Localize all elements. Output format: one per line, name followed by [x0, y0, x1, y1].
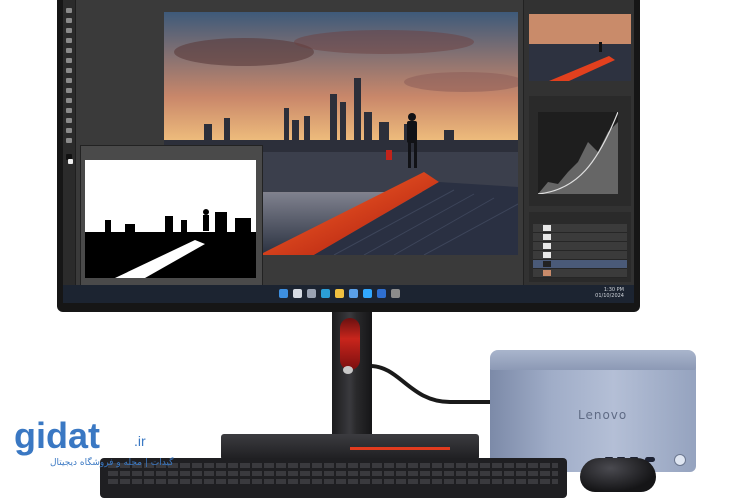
search-icon[interactable]	[293, 289, 302, 298]
layers-panel	[529, 212, 631, 282]
watermark: gidat .ir گیدات | مجله و فروشگاه دیجیتال	[14, 416, 184, 476]
navigator-thumbnail[interactable]	[529, 14, 631, 81]
taskview-icon[interactable]	[307, 289, 316, 298]
mini-pc-logo: Lenovo	[578, 408, 628, 422]
edge-icon[interactable]	[321, 289, 330, 298]
stand-light	[343, 366, 353, 374]
layer-row[interactable]	[533, 224, 627, 233]
eraser-tool-icon[interactable]	[66, 78, 72, 83]
settings-icon[interactable]	[391, 289, 400, 298]
watermark-suffix: .ir	[134, 433, 146, 449]
tray-date: 01/10/2024	[595, 293, 624, 299]
brush-tool-icon[interactable]	[66, 58, 72, 63]
folder-icon[interactable]	[335, 289, 344, 298]
gradient-tool-icon[interactable]	[66, 88, 72, 93]
key-row	[108, 479, 558, 484]
mini-pc: Lenovo	[490, 350, 696, 472]
tools-panel	[63, 0, 76, 285]
bw-mask-image	[85, 160, 256, 278]
power-button[interactable]	[674, 454, 686, 466]
marquee-tool-icon[interactable]	[66, 18, 72, 23]
secondary-document-window[interactable]	[80, 145, 263, 287]
layer-row[interactable]	[533, 269, 627, 278]
layer-row-selected[interactable]	[533, 260, 627, 269]
watermark-logo: gidat	[14, 415, 100, 456]
lasso-tool-icon[interactable]	[66, 28, 72, 33]
mail-icon[interactable]	[377, 289, 386, 298]
pen-tool-icon[interactable]	[66, 108, 72, 113]
dodge-tool-icon[interactable]	[66, 98, 72, 103]
cable	[370, 364, 500, 404]
store-icon[interactable]	[349, 289, 358, 298]
hand-tool-icon[interactable]	[66, 128, 72, 133]
small-red-figure	[386, 150, 392, 160]
windows-start-icon[interactable]	[279, 289, 288, 298]
move-tool-icon[interactable]	[66, 8, 72, 13]
monitor-screen: 1:30 PM 01/10/2024	[63, 0, 634, 303]
tray-clock[interactable]: 1:30 PM 01/10/2024	[595, 287, 624, 299]
layer-row[interactable]	[533, 242, 627, 251]
cable-management-slot	[340, 318, 360, 370]
layer-row[interactable]	[533, 233, 627, 242]
eyedropper-tool-icon[interactable]	[66, 48, 72, 53]
stamp-tool-icon[interactable]	[66, 68, 72, 73]
photoshop-icon[interactable]	[363, 289, 372, 298]
curves-histogram[interactable]	[537, 111, 619, 195]
zoom-tool-icon[interactable]	[66, 138, 72, 143]
right-panels	[523, 0, 634, 285]
background-color-swatch[interactable]	[68, 159, 73, 164]
type-tool-icon[interactable]	[66, 118, 72, 123]
layer-row[interactable]	[533, 251, 627, 260]
base-red-accent	[350, 447, 450, 450]
watermark-tagline: گیدات | مجله و فروشگاه دیجیتال	[50, 458, 174, 468]
crop-tool-icon[interactable]	[66, 38, 72, 43]
mini-pc-top	[490, 350, 696, 370]
